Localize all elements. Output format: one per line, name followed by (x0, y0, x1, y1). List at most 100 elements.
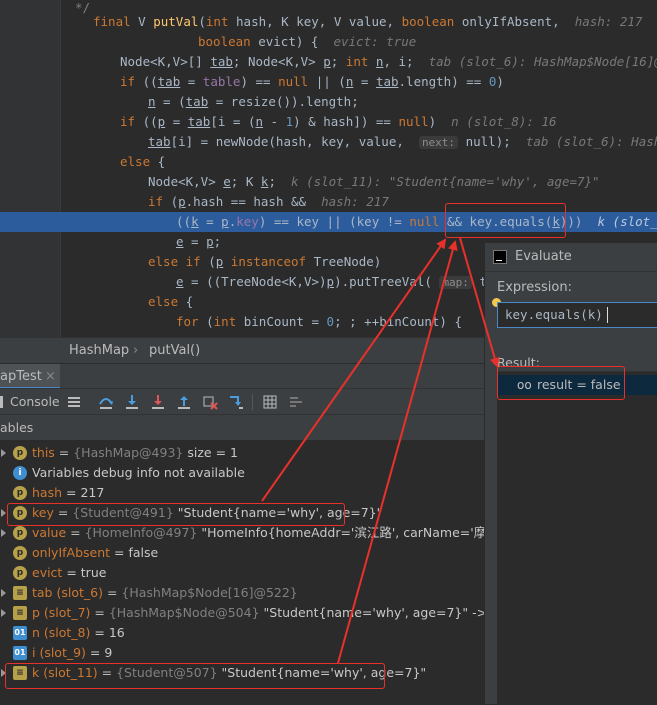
step-into-icon[interactable] (124, 394, 140, 410)
expand-arrow-icon[interactable] (1, 449, 6, 457)
trace-stream-icon[interactable] (288, 394, 304, 410)
variable-value: = 217 (66, 485, 104, 500)
variable-name: evict (32, 565, 62, 580)
primitive-icon: 01 (13, 626, 27, 640)
code-text: if (p.hash == hash && hash: 217 (148, 192, 389, 212)
code-token: = (199, 214, 222, 229)
code-token: boolean (402, 14, 462, 29)
variable-row[interactable]: pvalue = {HomeInfo@497} "HomeInfo{homeAd… (0, 523, 484, 543)
code-token: [i] = newNode(hash, key, value, (171, 134, 412, 149)
code-token: ; (268, 174, 291, 189)
toolbar-divider (252, 394, 253, 410)
code-token: p (178, 194, 186, 209)
evaluate-title-bar[interactable]: Evaluate (485, 243, 657, 272)
debug-session-tab[interactable]: apTest × (0, 364, 60, 389)
code-token: e (176, 234, 184, 249)
code-token: int (214, 314, 244, 329)
console-tab[interactable]: Console (10, 389, 60, 415)
code-line[interactable]: boolean evict) { evict: true (0, 32, 657, 52)
code-token: ; (214, 234, 222, 249)
inline-debug-value: n (slot_8): 16 (451, 114, 556, 129)
variable-row[interactable]: pthis = {HashMap@493} size = 1 (0, 443, 484, 463)
code-token: p (206, 234, 214, 249)
variable-type: {HashMap$Node@504} (109, 605, 260, 620)
drop-frame-icon[interactable] (202, 394, 218, 410)
expression-label: Expression: (497, 280, 572, 295)
variable-type: {HomeInfo@497} (85, 525, 198, 540)
code-token: 0 (327, 314, 335, 329)
field-icon: ≡ (13, 606, 27, 620)
code-line[interactable]: if ((p = tab[i = (n - 1) & hash]) == nul… (0, 112, 657, 132)
parameter-icon: p (13, 546, 27, 560)
variable-text: hash = 217 (32, 483, 104, 503)
code-token: hash, K key, V value, (236, 14, 402, 29)
code-token: = ((TreeNode<K,V>) (184, 274, 327, 289)
code-token: TreeNode) (314, 254, 382, 269)
code-text: else if (p instanceof TreeNode) (148, 252, 381, 272)
expand-arrow-icon[interactable] (1, 509, 6, 517)
parameter-hint: next: (419, 136, 458, 149)
variable-name: value (32, 525, 66, 540)
variable-name: p (slot_7) (32, 605, 90, 620)
code-token: ; ; ++binCount) { (334, 314, 462, 329)
code-token: ( (206, 314, 214, 329)
variable-row[interactable]: phash = 217 (0, 483, 484, 503)
variable-value: Variables debug info not available (32, 465, 245, 480)
code-token: boolean (198, 34, 258, 49)
step-out-icon[interactable] (176, 394, 192, 410)
code-token: else (148, 294, 186, 309)
code-text: else { (148, 292, 193, 312)
variable-row[interactable]: pevict = true (0, 563, 484, 583)
code-token: ) == (240, 74, 278, 89)
code-line[interactable]: else { (0, 152, 657, 172)
variable-row[interactable]: 01n (slot_8) = 16 (0, 623, 484, 643)
variable-value: = false (114, 545, 158, 560)
variable-row[interactable]: 01i (slot_9) = 9 (0, 643, 484, 663)
code-token: (( (143, 114, 158, 129)
close-icon[interactable]: × (45, 364, 56, 389)
variable-text: tab (slot_6) = {HashMap$Node[16]@522} (32, 583, 298, 603)
code-line[interactable]: final V putVal(int hash, K key, V value,… (0, 12, 657, 32)
step-over-icon[interactable] (98, 394, 114, 410)
expression-input[interactable]: key.equals(k) (497, 302, 657, 328)
inline-debug-value: k (slot_11): "Student{name='why', age=7}… (291, 174, 600, 189)
code-token: (( (176, 214, 191, 229)
variable-row[interactable]: ≡p (slot_7) = {HashMap$Node@504} "Studen… (0, 603, 484, 623)
code-line[interactable]: n = (tab = resize()).length; (0, 92, 657, 112)
intellij-logo-icon (493, 250, 507, 264)
variable-row[interactable]: iVariables debug info not available (0, 463, 484, 483)
field-icon: ≡ (13, 586, 27, 600)
expand-arrow-icon[interactable] (1, 609, 6, 617)
code-line[interactable]: Node<K,V> e; K k; k (slot_11): "Student{… (0, 172, 657, 192)
code-token: , i; (383, 54, 428, 69)
breadcrumb-class[interactable]: HashMap (69, 338, 129, 364)
run-to-cursor-icon[interactable] (228, 394, 244, 410)
code-token: .length) == (399, 74, 489, 89)
code-token: = (353, 74, 376, 89)
code-line[interactable]: Node<K,V>[] tab; Node<K,V> p; int n, i; … (0, 52, 657, 72)
code-line[interactable]: tab[i] = newNode(hash, key, value, next:… (0, 132, 657, 152)
variable-row[interactable]: ≡ tab (slot_6) = {HashMap$Node[16]@522} (0, 583, 484, 603)
code-text: for (int binCount = 0; ; ++binCount) { (176, 312, 462, 332)
annotation-box-key-variable (7, 503, 345, 526)
code-token: ) (496, 74, 504, 89)
variable-text: evict = true (32, 563, 106, 583)
expand-arrow-icon[interactable] (1, 589, 6, 597)
evaluate-expression-icon[interactable] (262, 394, 278, 410)
expand-arrow-icon[interactable] (1, 529, 6, 537)
code-token: if (120, 74, 143, 89)
code-token: = (180, 74, 203, 89)
variable-row[interactable]: ponlyIfAbsent = false (0, 543, 484, 563)
breadcrumb-method[interactable]: putVal() (149, 338, 200, 364)
debug-toolbar: Console (0, 388, 484, 415)
menu-icon[interactable] (66, 394, 82, 410)
result-panel[interactable]: oo result = false (497, 371, 657, 705)
code-token: || ( (316, 74, 346, 89)
breadcrumb-separator: › (133, 338, 138, 364)
code-token: null (398, 114, 428, 129)
variable-name: i (slot_9) (32, 645, 86, 660)
inline-debug-value: hash: 217 key: (575, 14, 657, 29)
code-token: tab (148, 134, 171, 149)
code-line[interactable]: if ((tab = table) == null || (n = tab.le… (0, 72, 657, 92)
force-step-into-icon[interactable] (150, 394, 166, 410)
